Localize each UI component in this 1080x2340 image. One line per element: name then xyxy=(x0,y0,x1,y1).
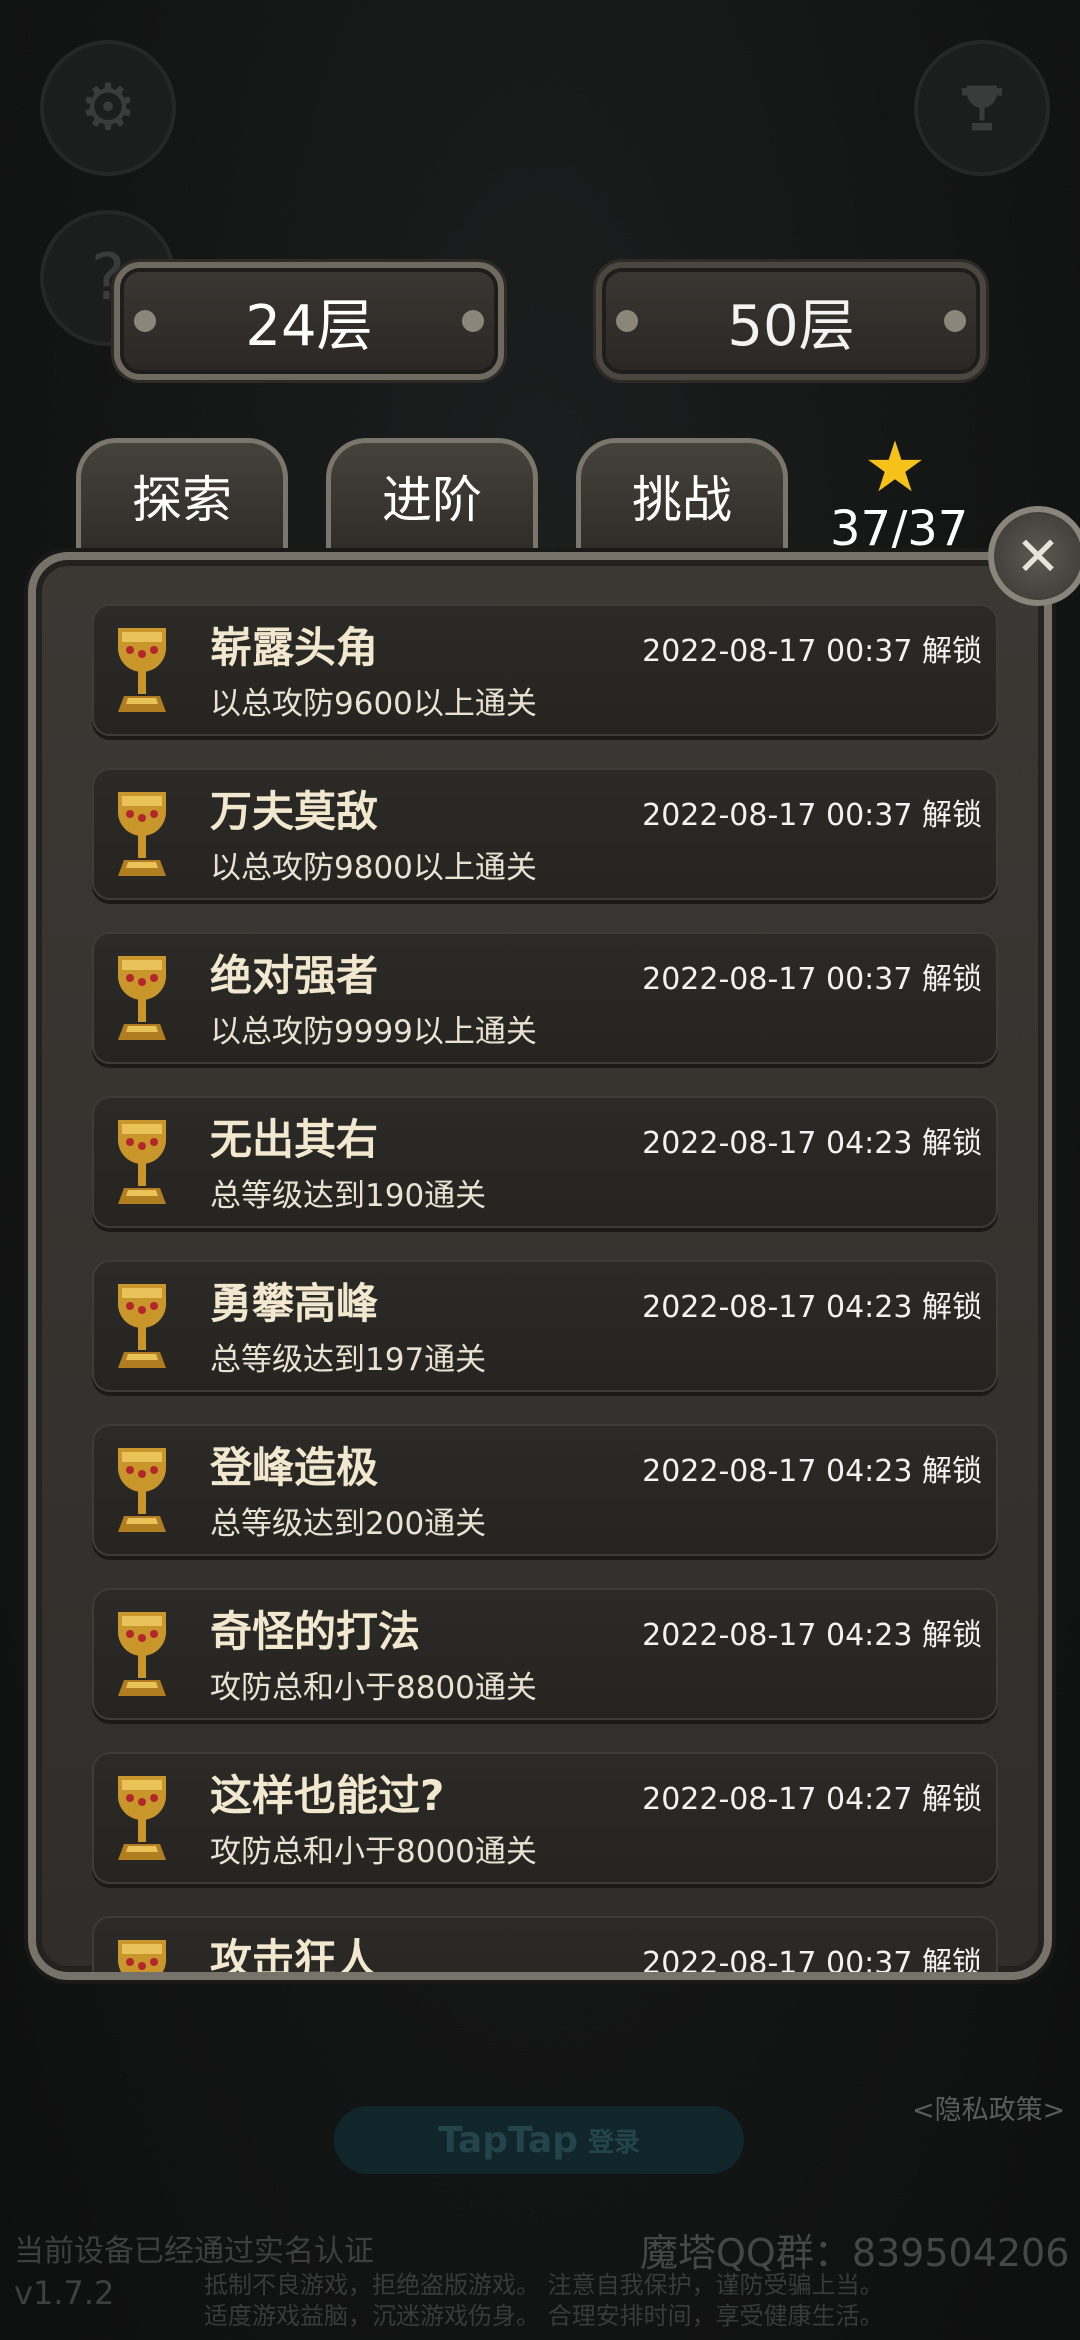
achievement-item: 攻击狂人 2022-08-17 00:37 解锁 xyxy=(92,1916,998,1980)
achievement-item: 绝对强者以总攻防9999以上通关 2022-08-17 00:37 解锁 xyxy=(92,932,998,1064)
achievement-item: 崭露头角以总攻防9600以上通关 2022-08-17 00:37 解锁 xyxy=(92,604,998,736)
achievement-item: 勇攀高峰总等级达到197通关 2022-08-17 04:23 解锁 xyxy=(92,1260,998,1392)
achievement-title: 登峰造极 xyxy=(210,1443,379,1492)
settings-button[interactable]: ⚙ xyxy=(40,40,176,176)
health-notice-line1: 抵制不良游戏，拒绝盗版游戏。 注意自我保护，谨防受骗上当。 xyxy=(204,2271,884,2299)
privacy-policy-link[interactable]: <隐私政策> xyxy=(912,2088,1065,2127)
max-floor-badge: 50层 xyxy=(596,262,986,380)
achievement-desc: 总等级达到190通关 xyxy=(210,1178,487,1214)
tab-advanced[interactable]: 进阶 xyxy=(326,438,538,558)
taptap-brand: TapTap xyxy=(438,2119,578,2161)
golden-chalice-icon xyxy=(112,1772,172,1864)
achievement-title: 万夫莫敌 xyxy=(210,787,379,836)
achievement-item: 万夫莫敌以总攻防9800以上通关 2022-08-17 00:37 解锁 xyxy=(92,768,998,900)
achievement-title: 勇攀高峰 xyxy=(210,1279,379,1328)
golden-chalice-icon xyxy=(112,1444,172,1536)
golden-chalice-icon xyxy=(112,1936,172,1972)
achievement-desc: 攻防总和小于8000通关 xyxy=(210,1834,537,1870)
trophy-icon xyxy=(962,85,1002,131)
golden-chalice-icon xyxy=(112,952,172,1044)
achievement-unlock-date: 2022-08-17 04:23 解锁 xyxy=(642,1126,982,1161)
achievement-desc: 攻防总和小于8800通关 xyxy=(210,1670,537,1706)
achievement-desc: 以总攻防9600以上通关 xyxy=(210,686,537,722)
achievement-title: 攻击狂人 xyxy=(210,1935,379,1980)
tab-label: 探索 xyxy=(132,470,232,529)
gear-icon: ⚙ xyxy=(79,71,137,145)
version-label: v1.7.2 xyxy=(14,2274,115,2312)
golden-chalice-icon xyxy=(112,1116,172,1208)
tab-label: 挑战 xyxy=(632,470,732,529)
achievement-unlock-date: 2022-08-17 04:23 解锁 xyxy=(642,1618,982,1653)
achievement-title: 崭露头角 xyxy=(210,623,379,672)
achievement-unlock-date: 2022-08-17 00:37 解锁 xyxy=(642,962,982,997)
achievement-title: 这样也能过? xyxy=(210,1771,445,1820)
achievement-item: 这样也能过? 攻防总和小于8000通关 2022-08-17 04:27 解锁 xyxy=(92,1752,998,1884)
star-counter: ★ 37/37 xyxy=(830,426,969,557)
current-floor-badge: 24层 xyxy=(114,262,504,380)
achievement-title: 无出其右 xyxy=(210,1115,379,1164)
current-floor-label: 24层 xyxy=(245,293,373,359)
achievement-title: 奇怪的打法 xyxy=(210,1607,421,1656)
achievement-unlock-date: 2022-08-17 04:27 解锁 xyxy=(642,1782,982,1817)
tab-label: 进阶 xyxy=(382,470,482,529)
golden-chalice-icon xyxy=(112,1608,172,1700)
achievement-item: 无出其右总等级达到190通关 2022-08-17 04:23 解锁 xyxy=(92,1096,998,1228)
achievement-desc: 总等级达到200通关 xyxy=(210,1506,487,1542)
achievement-unlock-date: 2022-08-17 04:23 解锁 xyxy=(642,1454,982,1489)
star-icon: ★ xyxy=(863,426,927,508)
achievement-unlock-date: 2022-08-17 04:23 解锁 xyxy=(642,1290,982,1325)
achievement-desc: 以总攻防9800以上通关 xyxy=(210,850,537,886)
achievement-unlock-date: 2022-08-17 00:37 解锁 xyxy=(642,1946,982,1980)
taptap-login-button[interactable]: TapTap 登录 xyxy=(334,2106,744,2174)
tab-explore[interactable]: 探索 xyxy=(76,438,288,558)
achievement-item: 登峰造极总等级达到200通关 2022-08-17 04:23 解锁 xyxy=(92,1424,998,1556)
tab-challenge[interactable]: 挑战 xyxy=(576,438,788,558)
health-notice: 抵制不良游戏，拒绝盗版游戏。 注意自我保护，谨防受骗上当。 适度游戏益脑，沉迷游… xyxy=(204,2270,884,2332)
health-notice-line2: 适度游戏益脑，沉迷游戏伤身。 合理安排时间，享受健康生活。 xyxy=(204,2302,884,2330)
achievement-list[interactable]: 崭露头角 以总攻防9600以上通关 2022-08-17 00:37 解锁 万夫莫敌以… xyxy=(92,604,998,1980)
max-floor-label: 50层 xyxy=(727,293,855,359)
close-button[interactable]: ✕ xyxy=(988,506,1080,606)
achievement-title: 绝对强者 xyxy=(210,951,379,1000)
achievement-item: 奇怪的打法攻防总和小于8800通关 2022-08-17 04:23 解锁 xyxy=(92,1588,998,1720)
golden-chalice-icon xyxy=(112,1280,172,1372)
verified-notice: 当前设备已经通过实名认证 xyxy=(14,2234,374,2269)
golden-chalice-icon xyxy=(112,624,172,716)
achievement-panel[interactable]: 崭露头角 以总攻防9600以上通关 2022-08-17 00:37 解锁 万夫莫敌以… xyxy=(28,552,1052,1980)
golden-chalice-icon xyxy=(112,788,172,880)
close-icon: ✕ xyxy=(1015,524,1061,588)
achievement-unlock-date: 2022-08-17 00:37 解锁 xyxy=(642,634,982,669)
star-count-label: 37/37 xyxy=(830,501,969,557)
achievement-desc: 总等级达到197通关 xyxy=(210,1342,487,1378)
achievement-desc: 以总攻防9999以上通关 xyxy=(210,1014,537,1050)
qq-group-label: 魔塔QQ群：839504206 xyxy=(640,2231,1070,2275)
trophy-button[interactable] xyxy=(914,40,1050,176)
login-label: 登录 xyxy=(587,2127,640,2158)
achievement-unlock-date: 2022-08-17 00:37 解锁 xyxy=(642,798,982,833)
